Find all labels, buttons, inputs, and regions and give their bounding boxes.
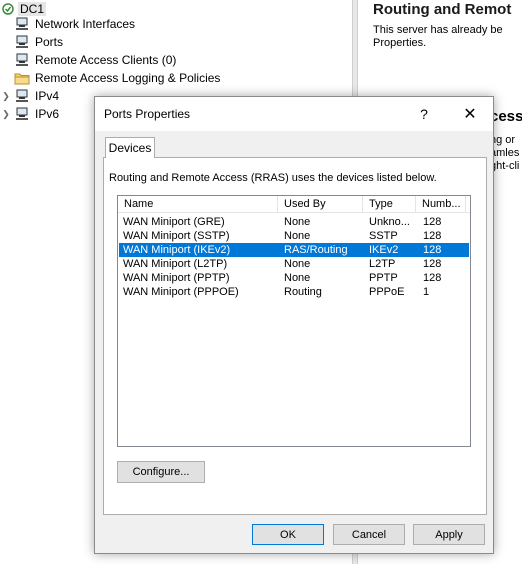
- tab-devices[interactable]: Devices: [105, 137, 155, 158]
- tree-item-remote-access-clients[interactable]: Remote Access Clients (0): [14, 51, 176, 69]
- devices-description: Routing and Remote Access (RRAS) uses th…: [109, 172, 437, 184]
- tree-item-ipv6[interactable]: ❯ IPv6: [0, 105, 59, 123]
- column-header-type[interactable]: Type: [363, 196, 416, 212]
- cell-type: L2TP: [369, 258, 396, 270]
- devices-list[interactable]: Name Used By Type Numb... WAN Miniport (…: [117, 195, 471, 447]
- tree-root-label: DC1: [18, 2, 47, 16]
- cell-used-by: None: [284, 216, 311, 228]
- table-row-selected[interactable]: WAN Miniport (IKEv2) RAS/Routing IKEv2 1…: [119, 243, 469, 257]
- cell-name: WAN Miniport (IKEv2): [123, 244, 231, 256]
- cell-number: 128: [423, 216, 442, 228]
- cell-number: 128: [423, 272, 442, 284]
- table-row[interactable]: WAN Miniport (SSTP) None SSTP 128: [119, 229, 469, 243]
- tree-item-label: Network Interfaces: [35, 17, 136, 31]
- details-text: Properties.: [373, 37, 427, 49]
- cell-used-by: None: [284, 230, 311, 242]
- cell-name: WAN Miniport (SSTP): [123, 230, 230, 242]
- table-row[interactable]: WAN Miniport (PPPOE) Routing PPPoE 1: [119, 285, 469, 299]
- cell-used-by: Routing: [284, 286, 322, 298]
- chevron-right-icon[interactable]: ❯: [0, 91, 12, 102]
- dialog-titlebar[interactable]: Ports Properties ? ✕: [95, 97, 493, 131]
- details-subtitle: cess: [490, 108, 522, 125]
- help-button[interactable]: ?: [401, 97, 447, 131]
- cell-number: 128: [423, 230, 442, 242]
- tree-item-ports[interactable]: Ports: [14, 33, 63, 51]
- cell-used-by: None: [284, 272, 311, 284]
- network-icon: [16, 17, 28, 30]
- column-header-name[interactable]: Name: [118, 196, 278, 212]
- cell-name: WAN Miniport (GRE): [123, 216, 225, 228]
- tree-item-label: IPv4: [35, 89, 60, 103]
- cell-number: 128: [423, 258, 442, 270]
- table-row[interactable]: WAN Miniport (GRE) None Unkno... 128: [119, 215, 469, 229]
- column-header-used-by[interactable]: Used By: [278, 196, 363, 212]
- help-icon: ?: [420, 106, 428, 122]
- ok-button[interactable]: OK: [252, 524, 324, 545]
- details-fragment: amles: [490, 147, 520, 159]
- cell-type: SSTP: [369, 230, 398, 242]
- cell-used-by: None: [284, 258, 311, 270]
- cell-name: WAN Miniport (PPTP): [123, 272, 230, 284]
- details-fragment: ght-cli: [490, 160, 520, 172]
- tree-item-label: Ports: [35, 35, 64, 49]
- table-row[interactable]: WAN Miniport (PPTP) None PPTP 128: [119, 271, 469, 285]
- table-row[interactable]: WAN Miniport (L2TP) None L2TP 128: [119, 257, 469, 271]
- cell-type: PPPoE: [369, 286, 405, 298]
- tab-label: Devices: [108, 141, 152, 155]
- apply-button[interactable]: Apply: [413, 524, 485, 545]
- cell-name: WAN Miniport (PPPOE): [123, 286, 239, 298]
- details-title: Routing and Remot: [373, 1, 512, 18]
- column-header-number[interactable]: Numb...: [416, 196, 466, 212]
- ip-icon: [16, 89, 28, 102]
- tree-item-network-interfaces[interactable]: Network Interfaces: [14, 15, 135, 33]
- close-icon: ✕: [463, 106, 477, 123]
- tree-item-label: Remote Access Logging & Policies: [35, 71, 221, 85]
- tree-item-label: IPv6: [35, 107, 60, 121]
- list-header: Name Used By Type Numb...: [118, 196, 470, 213]
- cancel-button[interactable]: Cancel: [333, 524, 405, 545]
- cell-number: 128: [423, 244, 442, 256]
- clients-icon: [16, 53, 28, 66]
- ports-properties-dialog: Ports Properties ? ✕ Devices Routing and…: [94, 96, 494, 554]
- details-text: This server has already be: [373, 24, 503, 36]
- cell-used-by: RAS/Routing: [284, 244, 348, 256]
- close-button[interactable]: ✕: [447, 97, 493, 131]
- cell-type: Unkno...: [369, 216, 410, 228]
- tree-item-ipv4[interactable]: ❯ IPv4: [0, 87, 59, 105]
- tree-item-logging-policies[interactable]: Remote Access Logging & Policies: [14, 69, 220, 87]
- chevron-right-icon[interactable]: ❯: [0, 109, 12, 120]
- cell-type: PPTP: [369, 272, 398, 284]
- dialog-title: Ports Properties: [104, 107, 191, 121]
- cell-number: 1: [423, 286, 430, 298]
- ports-icon: [16, 35, 28, 48]
- cell-name: WAN Miniport (L2TP): [123, 258, 228, 270]
- configure-button[interactable]: Configure...: [117, 461, 205, 483]
- tree-item-label: Remote Access Clients (0): [35, 53, 177, 67]
- cell-type: IKEv2: [369, 244, 399, 256]
- server-status-icon: [2, 3, 14, 15]
- folder-icon: [14, 73, 30, 85]
- ip-icon: [16, 107, 28, 120]
